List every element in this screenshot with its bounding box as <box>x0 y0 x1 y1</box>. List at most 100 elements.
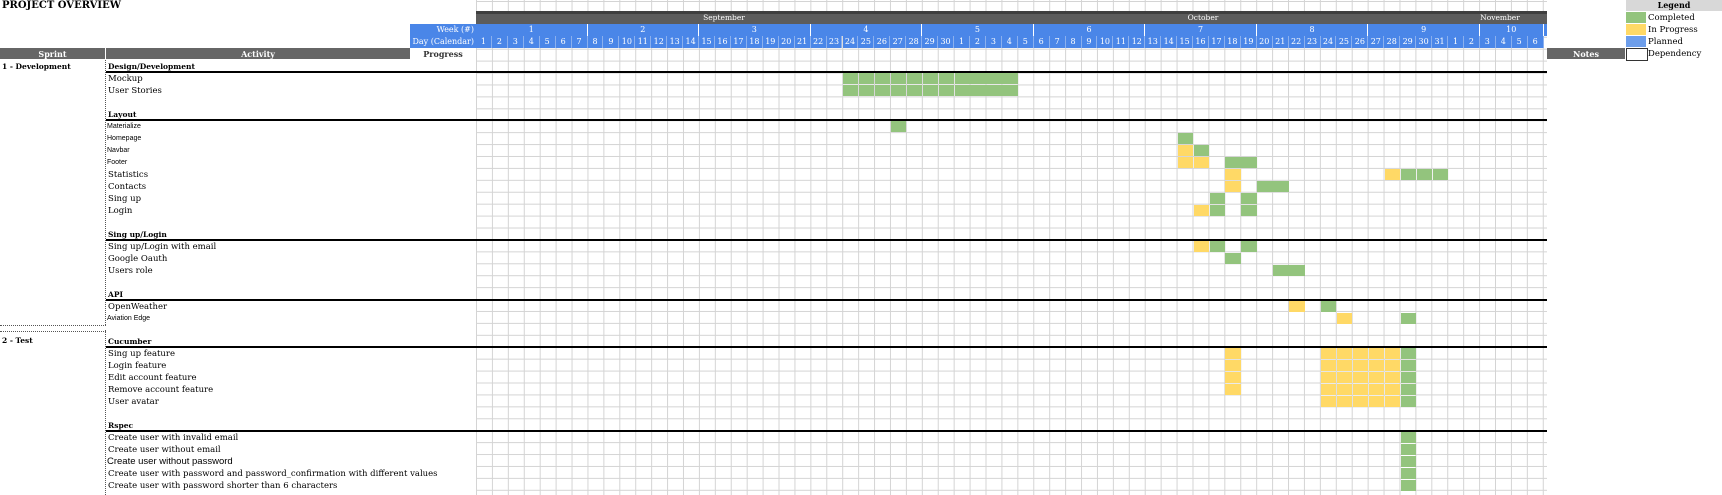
day-cell: 30 <box>1416 36 1433 48</box>
day-cell: 13 <box>1145 36 1162 48</box>
completed-cell <box>1400 396 1417 408</box>
in-progress-cell <box>1321 348 1337 360</box>
week-number: 8 <box>1257 24 1369 36</box>
activity-label: Materialize <box>107 123 141 130</box>
completed-cell <box>1400 480 1417 492</box>
completed-cell <box>874 85 891 97</box>
in-progress-cell <box>1336 396 1353 408</box>
day-cell: 24 <box>842 36 859 48</box>
day-cell: 23 <box>1304 36 1321 48</box>
day-cell: 29 <box>1400 36 1417 48</box>
activity-label: Contacts <box>108 182 147 192</box>
group-divider <box>106 239 1547 241</box>
day-cell: 17 <box>1209 36 1225 48</box>
legend-dependency-label: Dependency <box>1648 49 1702 59</box>
day-cell: 6 <box>1033 36 1050 48</box>
week-number: 4 <box>811 24 923 36</box>
day-cell: 21 <box>1272 36 1289 48</box>
day-cell: 22 <box>1288 36 1305 48</box>
day-cell: 12 <box>651 36 668 48</box>
in-progress-cell <box>1321 360 1337 372</box>
in-progress-cell <box>1321 396 1337 408</box>
completed-cell <box>1400 360 1417 372</box>
activity-label: Statistics <box>108 170 149 180</box>
completed-cell <box>922 85 939 97</box>
day-cell: 18 <box>746 36 763 48</box>
day-cell: 13 <box>667 36 684 48</box>
completed-cell <box>986 73 1002 85</box>
day-cell: 1 <box>1448 36 1464 48</box>
completed-cell <box>986 85 1002 97</box>
completed-cell <box>1209 193 1225 205</box>
day-cell: 28 <box>1384 36 1401 48</box>
day-cell: 2 <box>1463 36 1480 48</box>
in-progress-cell <box>1225 169 1241 181</box>
completed-cell <box>970 85 986 97</box>
in-progress-cell <box>1336 372 1353 384</box>
activity-label: Sing up <box>108 194 142 204</box>
completed-cell <box>1273 181 1289 193</box>
completed-cell <box>890 121 907 133</box>
sprint-label: 2 - Test <box>2 336 33 345</box>
day-cell: 2 <box>491 36 508 48</box>
completed-cell <box>858 85 875 97</box>
sprint-border <box>105 330 106 495</box>
activity-label: Users role <box>108 266 153 276</box>
activity-label: Remove account feature <box>108 385 214 395</box>
activity-label: User Stories <box>108 86 162 96</box>
day-cell: 5 <box>1017 36 1034 48</box>
completed-cell <box>970 73 986 85</box>
day-cell: 17 <box>730 36 747 48</box>
in-progress-cell <box>1225 360 1241 372</box>
activity-label: Login feature <box>108 361 167 371</box>
activity-label: Login <box>108 206 133 216</box>
day-cell: 7 <box>571 36 588 48</box>
day-cell: 15 <box>1177 36 1194 48</box>
activity-label: User avatar <box>108 397 159 407</box>
day-cell: 25 <box>858 36 875 48</box>
column-header-sprint: Sprint <box>0 48 105 59</box>
group-divider <box>106 430 1547 432</box>
activity-label: Mockup <box>108 74 143 84</box>
completed-cell <box>1225 253 1241 265</box>
activity-label: Homepage <box>107 135 142 142</box>
day-cell: 6 <box>555 36 572 48</box>
activity-label: Footer <box>107 159 128 166</box>
completed-cell <box>1400 169 1417 181</box>
day-cell: 11 <box>1113 36 1130 48</box>
sprint-border <box>0 331 106 332</box>
month-label: September <box>703 13 745 22</box>
completed-cell <box>858 73 875 85</box>
in-progress-cell <box>1321 384 1337 396</box>
completed-cell <box>874 73 891 85</box>
week-row-label: Week (#) <box>410 24 476 36</box>
in-progress-cell <box>1384 169 1401 181</box>
completed-cell <box>1193 145 1209 157</box>
month-label: October <box>1187 13 1219 22</box>
column-header-activity: Activity <box>106 48 410 59</box>
day-cell: 10 <box>619 36 636 48</box>
day-cell: 21 <box>794 36 811 48</box>
completed-cell <box>1400 313 1417 325</box>
in-progress-cell <box>1384 372 1401 384</box>
legend-completed-label: Completed <box>1648 13 1695 23</box>
completed-cell <box>906 73 923 85</box>
completed-cell <box>954 85 970 97</box>
week-number: 7 <box>1145 24 1257 36</box>
page-title: PROJECT OVERVIEW <box>2 0 121 11</box>
completed-cell <box>1416 169 1433 181</box>
day-cell: 19 <box>762 36 779 48</box>
completed-cell <box>1209 241 1225 253</box>
completed-cell <box>922 73 939 85</box>
in-progress-cell <box>1352 396 1369 408</box>
day-cell: 5 <box>539 36 556 48</box>
legend-in-progress-swatch <box>1626 24 1646 35</box>
day-cell: 26 <box>1352 36 1369 48</box>
activity-label: Create user with password shorter than 6… <box>108 481 338 491</box>
legend-planned-swatch <box>1626 36 1646 47</box>
completed-cell <box>843 85 859 97</box>
day-cell: 22 <box>810 36 827 48</box>
legend-dependency-swatch <box>1626 48 1648 61</box>
in-progress-cell <box>1225 181 1241 193</box>
in-progress-cell <box>1352 360 1369 372</box>
